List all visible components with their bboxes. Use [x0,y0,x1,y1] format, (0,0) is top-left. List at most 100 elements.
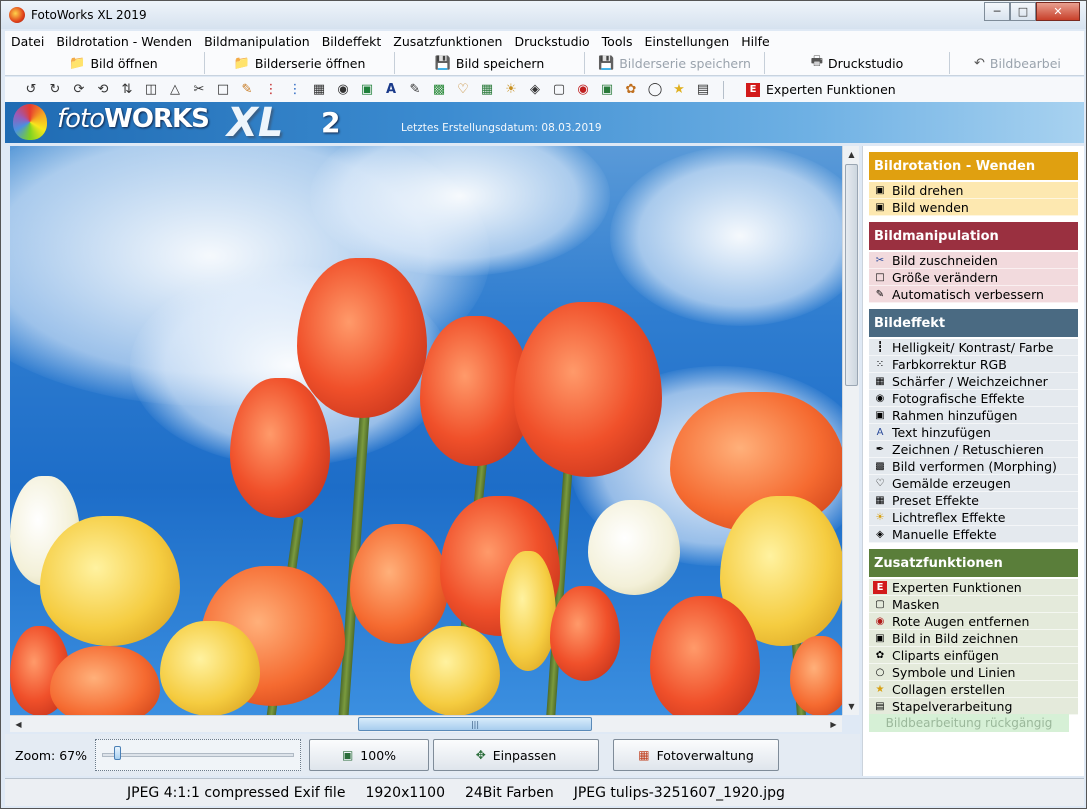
window-title: FotoWorks XL 2019 [31,8,147,22]
panel-item[interactable]: A Text hinzufügen [869,424,1078,441]
photo-management-button[interactable]: ▦ Fotoverwaltung [613,739,779,771]
menu-bildeffekt[interactable]: Bildeffekt [322,34,382,49]
zoom-slider[interactable] [95,739,301,771]
panel-item-label: Bild wenden [892,199,969,215]
panel-item[interactable]: ✿ Cliparts einfügen [869,647,1078,664]
picture-in-picture-icon[interactable]: ▣ [595,79,619,101]
close-button[interactable]: ✕ [1036,2,1080,21]
section-header[interactable]: Bildeffekt [869,309,1078,337]
resize-icon[interactable]: □ [211,79,235,101]
panel-item[interactable]: ◉ Fotografische Effekte [869,390,1078,407]
scroll-left-icon[interactable]: ◀ [10,716,27,733]
text-icon[interactable]: A [379,79,403,101]
panel-item[interactable]: ▣ Rahmen hinzufügen [869,407,1078,424]
camera-icon[interactable]: ◉ [331,79,355,101]
title-bar[interactable]: FotoWorks XL 2019 ─ □ ✕ [1,1,1086,29]
horizontal-scrollbar[interactable]: ◀ ||| ▶ [10,715,842,732]
crop-icon[interactable]: ✂ [187,79,211,101]
zoom-fit-icon: ▣ [341,748,354,762]
menu-zusatzfunktionen[interactable]: Zusatzfunktionen [393,34,502,49]
batch-icon[interactable]: ▤ [691,79,715,101]
panel-item[interactable]: E Experten Funktionen [869,579,1078,596]
menu-bildmanipulation[interactable]: Bildmanipulation [204,34,310,49]
clipart-icon[interactable]: ✿ [619,79,643,101]
panel-item[interactable]: ⁙ Farbkorrektur RGB [869,356,1078,373]
panel-item[interactable]: ◉ Rote Augen entfernen [869,613,1078,630]
mask-icon[interactable]: ▢ [547,79,571,101]
undo-edit-button[interactable]: ↶ Bildbearbei [950,52,1064,74]
panel-item[interactable]: ▩ Bild verformen (Morphing) [869,458,1078,475]
frame-icon[interactable]: ▣ [355,79,379,101]
zoom-100-button[interactable]: ▣ 100% [309,739,429,771]
vertical-scroll-thumb[interactable] [845,164,858,386]
flip-icon[interactable]: ⇅ [115,79,139,101]
panel-item[interactable]: ✎ Automatisch verbessern [869,286,1078,303]
rotate-left-icon[interactable]: ↺ [19,79,43,101]
panel-item[interactable]: ○ Symbole und Linien [869,664,1078,681]
red-eye-icon[interactable]: ◉ [571,79,595,101]
menu-hilfe[interactable]: Hilfe [741,34,769,49]
panel-item[interactable]: ★ Collagen erstellen [869,681,1078,698]
rotate-icon[interactable]: ⟳ [67,79,91,101]
rotate-free-icon[interactable]: ⟲ [91,79,115,101]
collage-icon[interactable]: ★ [667,79,691,101]
section-header[interactable]: Zusatzfunktionen [869,549,1078,577]
fit-button[interactable]: ✥ Einpassen [433,739,599,771]
tools-toolbar: ↺ ↻ ⟳ ⟲ ⇅ ◫ △ ✂ □ ✎ ⋮ ⋮ ▦ ◉ ▣ A ✎ ▩ ♡ ▦ … [5,77,1084,102]
panel-item[interactable]: ▦ Schärfer / Weichzeichner [869,373,1078,390]
magic-wand-icon[interactable]: ✎ [235,79,259,101]
panel-item[interactable]: ▦ Preset Effekte [869,492,1078,509]
panel-item[interactable]: ☀ Lichtreflex Effekte [869,509,1078,526]
manual-effects-icon[interactable]: ◈ [523,79,547,101]
panel-item[interactable]: ◈ Manuelle Effekte [869,526,1078,543]
panel-item[interactable]: □ Größe verändern [869,269,1078,286]
zoom-knob[interactable] [113,746,121,760]
light-icon[interactable]: ☀ [499,79,523,101]
maximize-button[interactable]: □ [1010,2,1036,21]
panel-item[interactable]: ▣ Bild wenden [869,199,1078,216]
panel-item[interactable]: ▢ Masken [869,596,1078,613]
scroll-down-icon[interactable]: ▼ [843,698,860,715]
scissors-icon: ✂ [875,254,885,266]
vertical-scrollbar[interactable]: ▲ ▼ [842,146,859,715]
morph-icon[interactable]: ▩ [427,79,451,101]
brightness-icon[interactable]: ⋮ [259,79,283,101]
panel-item[interactable]: ✂ Bild zuschneiden [869,252,1078,269]
section-header[interactable]: Bildrotation - Wenden [869,152,1078,180]
rgb-icon[interactable]: ⋮ [283,79,307,101]
symbols-icon[interactable]: ◯ [643,79,667,101]
paint-icon[interactable]: ♡ [451,79,475,101]
save-series-button[interactable]: 💾 Bilderserie speichern [585,52,765,74]
perspective-icon[interactable]: △ [163,79,187,101]
horizontal-scroll-thumb[interactable]: ||| [358,717,592,731]
preset-icon[interactable]: ▦ [475,79,499,101]
print-studio-button[interactable]: 🖶 Druckstudio [765,52,950,74]
section-header[interactable]: Bildmanipulation [869,222,1078,250]
panel-item[interactable]: ♡ Gemälde erzeugen [869,475,1078,492]
cube-icon[interactable]: ◫ [139,79,163,101]
undo-edit-button[interactable]: Bildbearbeitung rückgängig [869,714,1069,732]
scroll-up-icon[interactable]: ▲ [843,146,860,163]
tulip [500,551,556,671]
menu-tools[interactable]: Tools [602,34,633,49]
save-image-button[interactable]: 💾 Bild speichern [395,52,585,74]
panel-item[interactable]: ✒ Zeichnen / Retuschieren [869,441,1078,458]
scroll-right-icon[interactable]: ▶ [825,716,842,733]
menu-bildrotation[interactable]: Bildrotation - Wenden [56,34,192,49]
open-image-button[interactable]: 📁 Bild öffnen [5,52,205,74]
panel-item[interactable]: ▣ Bild drehen [869,182,1078,199]
logo-version: 2 [321,106,341,139]
expert-functions-button[interactable]: E Experten Funktionen [746,82,896,97]
panel-item[interactable]: ▤ Stapelverarbeitung [869,698,1078,715]
image-canvas[interactable] [10,146,842,715]
panel-item[interactable]: ┇ Helligkeit/ Kontrast/ Farbe [869,339,1078,356]
sharpen-icon[interactable]: ▦ [307,79,331,101]
menu-einstellungen[interactable]: Einstellungen [644,34,729,49]
panel-item[interactable]: ▣ Bild in Bild zeichnen [869,630,1078,647]
open-series-button[interactable]: 📁 Bilderserie öffnen [205,52,395,74]
rotate-right-icon[interactable]: ↻ [43,79,67,101]
draw-icon[interactable]: ✎ [403,79,427,101]
menu-datei[interactable]: Datei [11,34,44,49]
menu-druckstudio[interactable]: Druckstudio [514,34,589,49]
minimize-button[interactable]: ─ [984,2,1010,21]
